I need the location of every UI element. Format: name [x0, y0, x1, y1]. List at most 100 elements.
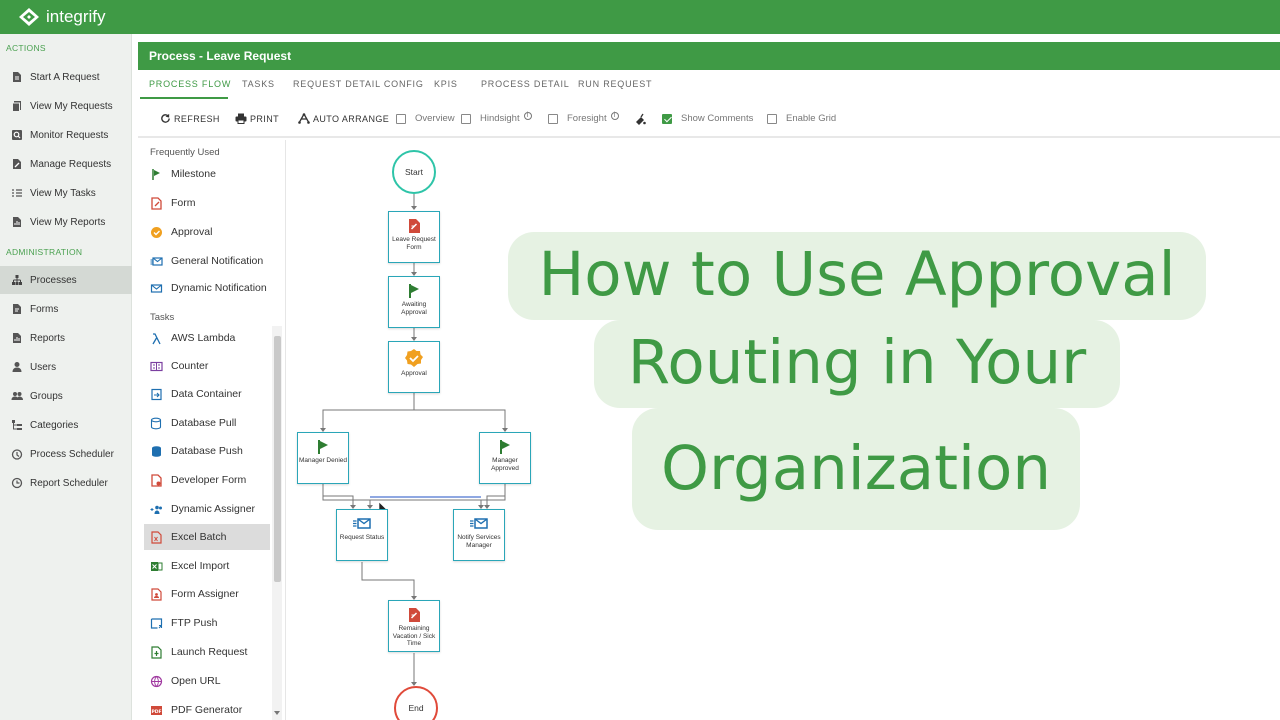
- overview-label: Overview: [415, 113, 455, 124]
- flow-node-notify-services-manager[interactable]: Notify Services Manager: [453, 509, 505, 561]
- palette-item-label: Dynamic Notification: [171, 282, 267, 294]
- sidebar-item-report-scheduler[interactable]: Report Scheduler: [0, 469, 132, 497]
- launch-icon: [151, 645, 162, 659]
- flow-node-manager-denied[interactable]: Manager Denied: [297, 432, 349, 484]
- brand-logo[interactable]: integrify: [18, 6, 106, 28]
- palette-item-approval[interactable]: Approval: [144, 219, 270, 245]
- sidebar-item-view-requests[interactable]: View My Requests: [0, 92, 132, 120]
- tab-run-request[interactable]: RUN REQUEST: [578, 79, 652, 89]
- palette-item-open-url[interactable]: Open URL: [144, 668, 270, 694]
- process-title: Process - Leave Request: [138, 42, 1280, 70]
- process-flow-canvas[interactable]: Start Leave Request Form Awaiting Approv…: [286, 140, 1280, 720]
- enable-grid-checkbox-box[interactable]: [767, 113, 777, 124]
- palette-item-database-pull[interactable]: Database Pull: [144, 410, 270, 436]
- sidebar-item-users[interactable]: Users: [0, 353, 132, 381]
- form-icon: [13, 304, 21, 314]
- sidebar-item-process-scheduler[interactable]: Process Scheduler: [0, 440, 132, 468]
- enable-grid-checkbox[interactable]: Enable Grid: [767, 113, 836, 124]
- palette-item-form[interactable]: Form: [144, 190, 270, 216]
- excel-import-icon: [151, 561, 163, 571]
- sidebar-item-manage-requests[interactable]: Manage Requests: [0, 150, 132, 178]
- palette-item-ftp-push[interactable]: FTP Push: [144, 610, 270, 636]
- tab-request-detail-config[interactable]: REQUEST DETAIL CONFIG: [293, 79, 424, 89]
- report-icon: [13, 217, 21, 227]
- flow-node-approval[interactable]: Approval: [388, 341, 440, 393]
- flag-icon: [152, 168, 160, 180]
- flow-node-remaining-vacation[interactable]: Remaining Vacation / Sick Time: [388, 600, 440, 652]
- tab-kpis[interactable]: KPIS: [434, 79, 458, 89]
- logo-icon: [19, 8, 39, 26]
- palette-item-excel-batch[interactable]: Excel Batch: [144, 524, 270, 550]
- auto-arrange-button[interactable]: AUTO ARRANGE: [298, 113, 389, 124]
- palette-item-aws-lambda[interactable]: AWS Lambda: [144, 325, 270, 351]
- sidebar-item-forms[interactable]: Forms: [0, 295, 132, 323]
- flow-node-request-status[interactable]: Request Status: [336, 509, 388, 561]
- foresight-checkbox-box[interactable]: [548, 113, 558, 124]
- sidebar-item-groups[interactable]: Groups: [0, 382, 132, 410]
- hindsight-checkbox-box[interactable]: [461, 113, 471, 124]
- palette-scrollbar-thumb[interactable]: [274, 336, 281, 582]
- palette-item-general-notification[interactable]: General Notification: [144, 248, 270, 274]
- palette-item-excel-import[interactable]: Excel Import: [144, 553, 270, 579]
- sidebar-item-reports[interactable]: Reports: [0, 324, 132, 352]
- refresh-button[interactable]: REFRESH: [160, 113, 220, 124]
- palette-item-dynamic-assigner[interactable]: Dynamic Assigner: [144, 496, 270, 522]
- color-picker-button[interactable]: [634, 113, 646, 125]
- active-tab-indicator: [140, 97, 228, 99]
- sidebar-item-label: Monitor Requests: [30, 129, 109, 141]
- tab-process-flow[interactable]: PROCESS FLOW: [149, 79, 231, 89]
- palette-item-form-assigner[interactable]: Form Assigner: [144, 581, 270, 607]
- info-icon[interactable]: i: [610, 111, 619, 120]
- palette-item-label: Excel Batch: [171, 531, 227, 543]
- sidebar-item-view-reports[interactable]: View My Reports: [0, 208, 132, 236]
- palette-item-data-container[interactable]: Data Container: [144, 381, 270, 407]
- info-icon[interactable]: i: [523, 111, 532, 120]
- excel-batch-icon: [151, 530, 162, 544]
- tab-bar: PROCESS FLOW TASKS REQUEST DETAIL CONFIG…: [138, 70, 1280, 100]
- scroll-down-icon[interactable]: [273, 710, 281, 716]
- flow-node-leave-request-form[interactable]: Leave Request Form: [388, 211, 440, 263]
- palette-item-label: Open URL: [171, 675, 221, 687]
- sidebar-item-start-request[interactable]: Start A Request: [0, 63, 132, 91]
- brand-name: integrify: [46, 7, 106, 26]
- sidebar-item-processes[interactable]: Processes: [0, 266, 132, 294]
- palette-item-developer-form[interactable]: Developer Form: [144, 467, 270, 493]
- palette-item-counter[interactable]: Counter: [144, 353, 270, 379]
- print-icon: [235, 113, 247, 124]
- sidebar-item-label: View My Reports: [30, 216, 106, 228]
- administration-heading: ADMINISTRATION: [6, 247, 83, 257]
- palette-item-milestone[interactable]: Milestone: [144, 161, 270, 187]
- flag-icon: [318, 440, 328, 454]
- node-label: Request Status: [339, 534, 385, 541]
- auto-arrange-icon: [298, 113, 310, 124]
- sidebar-item-monitor-requests[interactable]: Monitor Requests: [0, 121, 132, 149]
- palette-item-launch-request[interactable]: Launch Request: [144, 639, 270, 665]
- toolbar: REFRESH PRINT AUTO ARRANGE Overview Hind…: [138, 100, 1280, 138]
- palette-item-pdf-generator[interactable]: PDF PDF Generator: [144, 697, 270, 720]
- palette-item-label: Form: [171, 197, 196, 209]
- flow-start[interactable]: Start: [392, 150, 436, 194]
- flow-node-manager-approved[interactable]: Manager Approved: [479, 432, 531, 484]
- overview-checkbox-box[interactable]: [396, 113, 406, 124]
- flow-node-awaiting-approval[interactable]: Awaiting Approval: [388, 276, 440, 328]
- end-label: End: [408, 703, 424, 713]
- node-label: Awaiting Approval: [401, 301, 427, 316]
- node-label: Notify Services Manager: [457, 534, 501, 549]
- node-label: Approval: [401, 370, 427, 377]
- report-icon: [13, 333, 21, 343]
- palette-item-database-push[interactable]: Database Push: [144, 438, 270, 464]
- sidebar-item-view-tasks[interactable]: View My Tasks: [0, 179, 132, 207]
- palette-item-label: Approval: [171, 226, 213, 238]
- sidebar-item-categories[interactable]: Categories: [0, 411, 132, 439]
- palette-item-dynamic-notification[interactable]: Dynamic Notification: [144, 275, 270, 301]
- overview-checkbox[interactable]: Overview: [396, 113, 455, 124]
- counter-icon: [150, 361, 163, 371]
- print-button[interactable]: PRINT: [235, 113, 279, 124]
- hindsight-checkbox[interactable]: Hindsight i: [461, 111, 532, 124]
- foresight-checkbox[interactable]: Foresight i: [548, 111, 619, 124]
- tab-tasks[interactable]: TASKS: [242, 79, 275, 89]
- show-comments-checkbox[interactable]: Show Comments: [662, 113, 753, 124]
- show-comments-checkbox-box[interactable]: [662, 113, 672, 124]
- tab-process-detail[interactable]: PROCESS DETAIL: [481, 79, 570, 89]
- documents-icon: [12, 101, 21, 112]
